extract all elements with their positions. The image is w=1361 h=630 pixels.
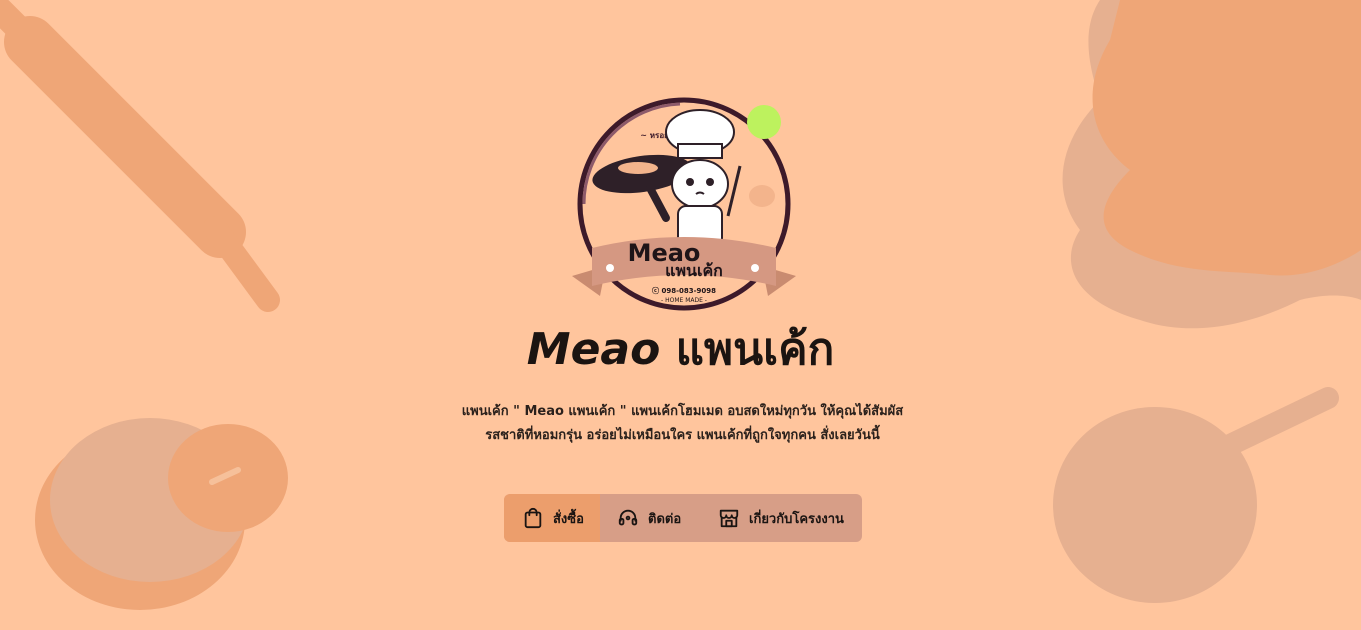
about-project-button[interactable]: เกี่ยวกับโครงงาน [702,494,862,542]
shopping-bag-icon [524,507,542,529]
action-button-group: สั่งซื้อ ติดต่อ เกี่ยวกับโครงงาน [504,494,862,542]
logo-name-thai: แพนเค้ก [665,261,723,280]
hero-section: ~ หรอย ถึกิม แพนเค้ก ~ Meao แพนเค้ก ⓒ 09… [0,0,1361,630]
storefront-icon [719,509,739,528]
lime-dot-decor [747,105,781,139]
page-title: Meao แพนเค้ก [0,322,1361,378]
headset-icon [618,509,638,526]
logo-tagline: - HOME MADE - [661,297,707,304]
page-title-thai: แพนเค้ก [675,324,835,375]
about-project-button-label: เกี่ยวกับโครงงาน [749,511,844,527]
contact-button[interactable]: ติดต่อ [600,494,702,542]
contact-button-label: ติดต่อ [648,511,682,527]
page-title-latin: Meao [526,324,661,375]
order-button-label: สั่งซื้อ [553,511,584,527]
logo-phone: ⓒ 098-083-9098 [652,286,716,295]
brand-logo: ~ หรอย ถึกิม แพนเค้ก ~ Meao แพนเค้ก ⓒ 09… [572,97,796,311]
hero-description: แพนเค้ก " Meao แพนเค้ก " แพนเค้กโฮมเมด อ… [461,404,904,443]
order-button[interactable]: สั่งซื้อ [504,494,600,542]
